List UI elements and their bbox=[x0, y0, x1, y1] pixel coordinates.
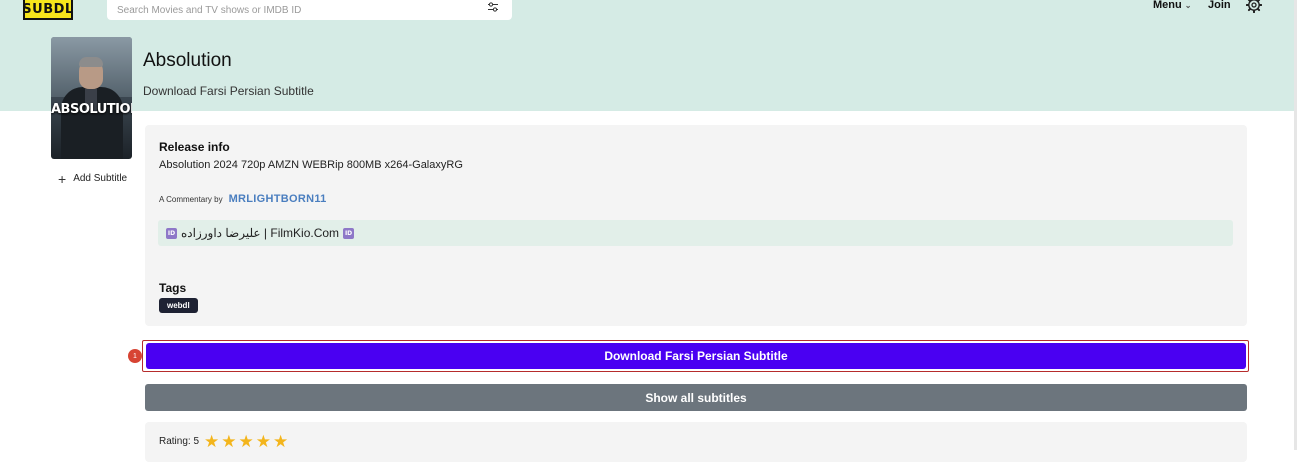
star-icon[interactable]: ★ bbox=[221, 433, 236, 450]
plus-icon: + bbox=[58, 170, 67, 187]
add-subtitle-button[interactable]: + Add Subtitle bbox=[58, 170, 128, 187]
release-info-heading: Release info bbox=[159, 140, 230, 154]
step-number-badge: 1 bbox=[128, 349, 142, 363]
show-all-subtitles-button[interactable]: Show all subtitles bbox=[145, 384, 1247, 411]
chevron-down-icon: ⌄ bbox=[1184, 0, 1192, 10]
menu-dropdown[interactable]: Menu ⌄ bbox=[1153, 0, 1191, 11]
add-subtitle-label: Add Subtitle bbox=[73, 173, 128, 184]
star-icon[interactable]: ★ bbox=[273, 433, 288, 450]
tags-heading: Tags bbox=[159, 281, 187, 295]
id-icon: ID bbox=[166, 227, 177, 239]
page-subtitle: Download Farsi Persian Subtitle bbox=[143, 84, 314, 98]
rating: Rating: 5 ★ ★ ★ ★ ★ bbox=[159, 433, 288, 450]
rating-label: Rating: 5 bbox=[159, 436, 200, 447]
gear-icon[interactable] bbox=[1246, 0, 1262, 13]
commentary-box: ID علیرضا داورزاده | FilmKio.Com ID bbox=[158, 220, 1233, 246]
star-icon[interactable]: ★ bbox=[204, 433, 219, 450]
search-input[interactable] bbox=[117, 0, 487, 16]
release-info-card: Release info Absolution 2024 720p AMZN W… bbox=[145, 125, 1247, 326]
commentary-author-link[interactable]: MRLIGHTBORN11 bbox=[229, 193, 327, 205]
commentary-prefix: A Commentary by bbox=[159, 195, 223, 204]
release-name: Absolution 2024 720p AMZN WEBRip 800MB x… bbox=[159, 159, 463, 171]
search-bar[interactable] bbox=[107, 0, 512, 20]
poster-title: ABSOLUTION bbox=[51, 102, 132, 117]
page-title: Absolution bbox=[143, 50, 232, 71]
movie-poster: ABSOLUTION bbox=[51, 37, 132, 159]
poster-figure-hair bbox=[79, 57, 103, 67]
tag-badge[interactable]: webdl bbox=[159, 298, 198, 313]
menu-label: Menu bbox=[1153, 0, 1182, 11]
site-logo[interactable]: SUBDL bbox=[22, 0, 73, 20]
commentary-text: علیرضا داورزاده | FilmKio.Com bbox=[181, 226, 340, 240]
download-subtitle-button[interactable]: Download Farsi Persian Subtitle bbox=[146, 343, 1246, 369]
commentary-line: A Commentary by MRLIGHTBORN11 bbox=[159, 193, 327, 205]
star-icon[interactable]: ★ bbox=[256, 433, 271, 450]
rating-stars[interactable]: ★ ★ ★ ★ ★ bbox=[204, 433, 288, 450]
star-icon[interactable]: ★ bbox=[239, 433, 254, 450]
rating-card: Rating: 5 ★ ★ ★ ★ ★ bbox=[145, 422, 1247, 462]
filter-icon[interactable] bbox=[487, 1, 499, 13]
join-link[interactable]: Join bbox=[1208, 0, 1231, 11]
id-icon: ID bbox=[343, 227, 355, 239]
